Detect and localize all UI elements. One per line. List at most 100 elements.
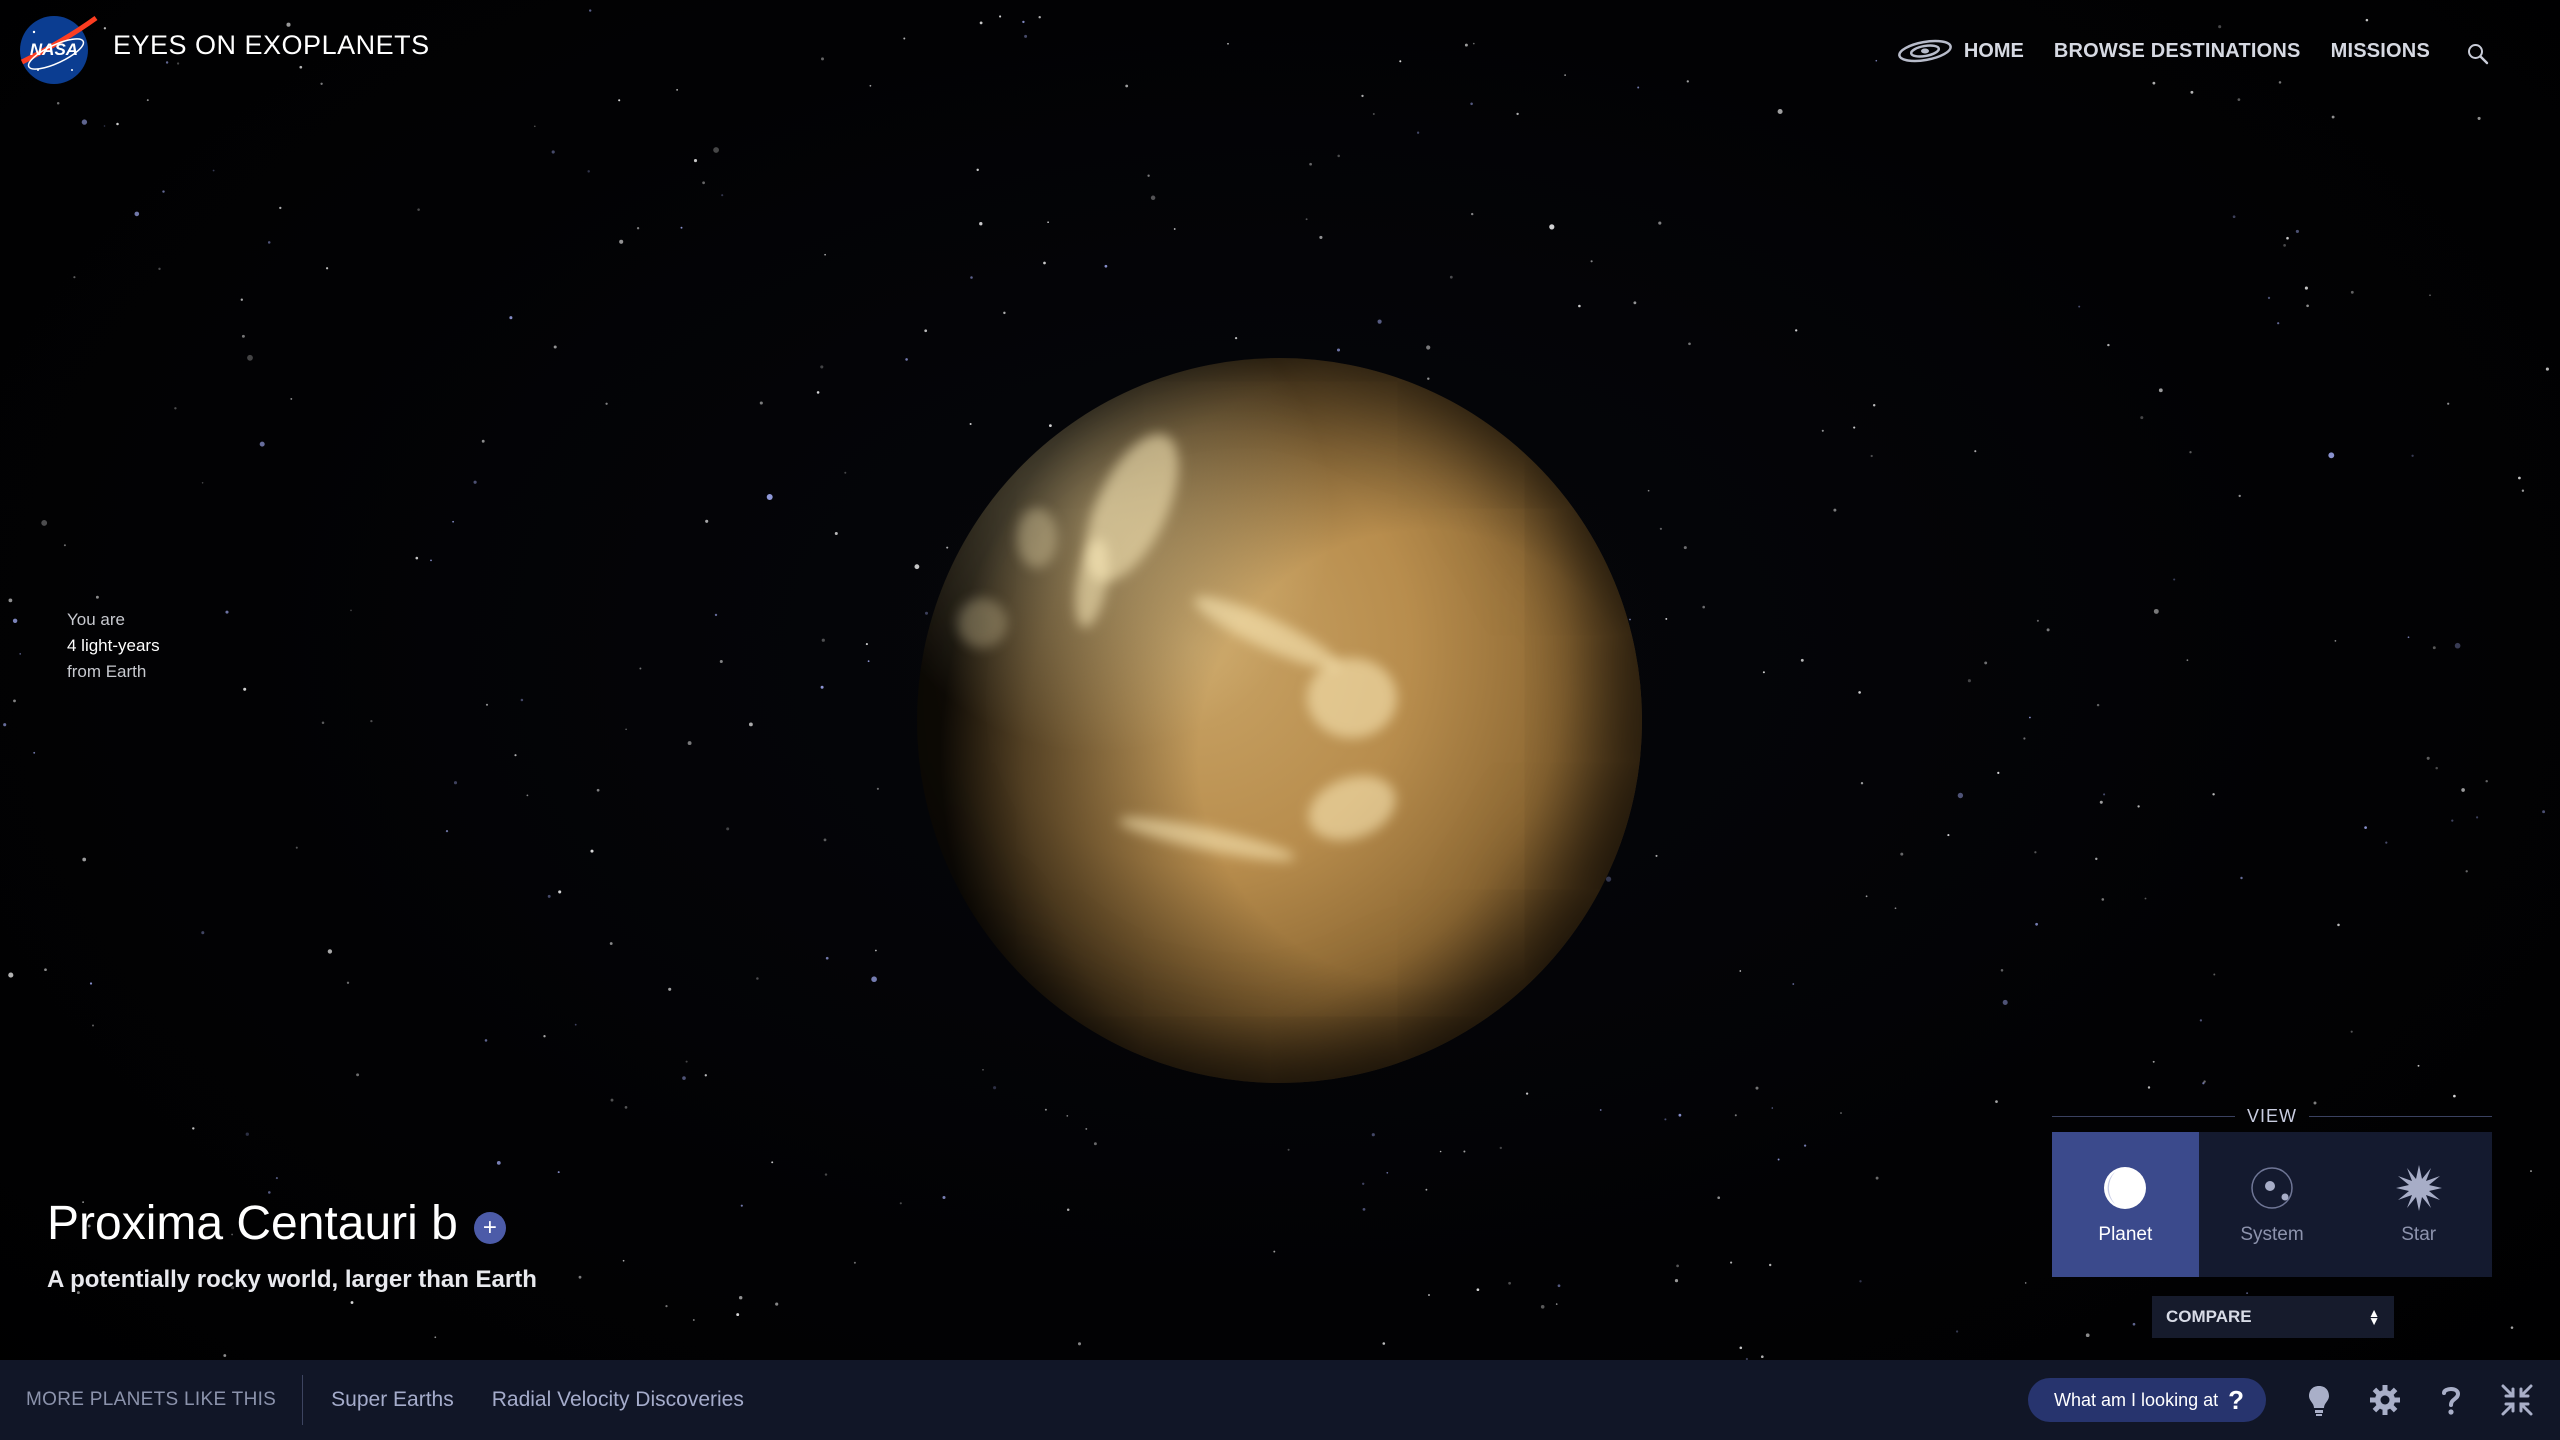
star-dot (1599, 1109, 1602, 1111)
compare-select[interactable]: COMPARE ▲ ▼ (2152, 1296, 2394, 1338)
collapse-icon[interactable] (2498, 1381, 2536, 1419)
star-dot (1769, 1263, 1772, 1267)
space-view[interactable]: NASA EYES ON EXOPLANETS HOME BROWSE DEST… (0, 0, 2560, 1440)
nav-home[interactable]: HOME (1896, 37, 2024, 65)
star-dot (2199, 1019, 2203, 1022)
planet-icon (2104, 1166, 2147, 1209)
star-dot (876, 787, 879, 790)
star-dot (2152, 1060, 2155, 1063)
star-dot (473, 480, 477, 484)
star-dot (1066, 1115, 1069, 1117)
view-option-planet[interactable]: Planet (2052, 1132, 2199, 1277)
link-radial-velocity[interactable]: Radial Velocity Discoveries (492, 1388, 744, 1412)
star-dot (668, 987, 672, 991)
lightbulb-icon[interactable] (2300, 1381, 2338, 1419)
star-dot (969, 422, 972, 426)
distance-value: 4 light-years (67, 636, 160, 655)
star-dot (979, 222, 983, 226)
star-dot (295, 846, 298, 849)
link-super-earths[interactable]: Super Earths (331, 1388, 454, 1412)
star-dot (2095, 857, 2098, 861)
star-dot (2435, 766, 2438, 770)
svg-text:NASA: NASA (30, 40, 78, 59)
star-dot (1525, 1092, 1529, 1095)
star-dot (821, 638, 825, 642)
planet-render[interactable] (917, 358, 1642, 1083)
star-dot (225, 610, 229, 614)
star-dot (2212, 793, 2215, 796)
nasa-logo[interactable]: NASA (16, 14, 98, 86)
star-dot (976, 168, 979, 172)
star-dot (12, 618, 18, 624)
gear-icon[interactable] (2366, 1381, 2404, 1419)
star-dot (1555, 1303, 1558, 1305)
star-dot (1516, 112, 1519, 116)
star-dot (158, 267, 161, 271)
star-dot (279, 206, 282, 210)
star-dot (589, 9, 592, 12)
star-dot (557, 1171, 560, 1174)
star-dot (844, 471, 847, 474)
star-dot (605, 402, 608, 405)
star-dot (1664, 1118, 1667, 1121)
view-option-system[interactable]: System (2199, 1132, 2346, 1277)
star-dot (1234, 336, 1238, 340)
star-dot (766, 494, 773, 500)
star-dot (2103, 793, 2106, 796)
star-dot (2477, 116, 2481, 120)
star-dot (1858, 691, 1861, 694)
star-dot (693, 159, 698, 163)
star-dot (914, 564, 920, 570)
star-dot (702, 181, 705, 185)
star-dot (899, 1202, 902, 1205)
star-dot (1464, 43, 1468, 47)
star-dot (91, 1024, 95, 1027)
star-dot (1771, 1107, 1774, 1109)
nav-missions[interactable]: MISSIONS (2331, 40, 2430, 63)
star-dot (622, 1259, 625, 1262)
app-title[interactable]: EYES ON EXOPLANETS (113, 30, 430, 61)
search-icon[interactable] (2466, 42, 2490, 66)
star-dot (2283, 244, 2286, 247)
star-dot (2542, 810, 2546, 814)
star-dot (2046, 628, 2050, 632)
star-dot (1578, 304, 1581, 308)
star-dot (1665, 617, 1668, 620)
star-dot (578, 1275, 582, 1279)
star-dot (2238, 494, 2241, 498)
star-dot (526, 794, 529, 797)
star-dot (714, 613, 718, 617)
star-dot (853, 1261, 856, 1264)
star-dot (2144, 897, 2147, 900)
star-dot (1717, 1196, 1721, 1200)
star-dot (1803, 1144, 1807, 1147)
star-dot (8, 598, 13, 603)
star-dot (1425, 1188, 1428, 1191)
star-dot (825, 956, 829, 960)
star-dot (1319, 235, 1323, 239)
star-dot (1361, 94, 1364, 98)
help-pill-label: What am I looking at (2054, 1389, 2219, 1410)
star-dot (192, 1127, 195, 1130)
view-option-star[interactable]: Star (2345, 1132, 2492, 1277)
star-dot (1875, 1176, 1879, 1180)
star-dot (453, 781, 458, 785)
star-dot (2429, 294, 2431, 297)
star-dot (8, 972, 14, 978)
star-dot (1637, 86, 1640, 89)
star-dot (1853, 426, 1856, 429)
help-icon[interactable] (2432, 1381, 2470, 1419)
star-dot (2518, 476, 2521, 480)
what-am-i-looking-at-button[interactable]: What am I looking at ? (2028, 1378, 2266, 1422)
star-dot (574, 1023, 577, 1026)
star-dot (2024, 1282, 2027, 1284)
nav-browse-destinations[interactable]: BROWSE DESTINATIONS (2054, 40, 2301, 63)
star-dot (1967, 679, 1971, 683)
distance-suffix: from Earth (67, 662, 147, 681)
star-dot (370, 719, 373, 723)
star-dot (3, 723, 7, 727)
add-info-button[interactable]: + (473, 1211, 506, 1244)
star-dot (999, 15, 1002, 18)
top-navigation: HOME BROWSE DESTINATIONS MISSIONS (1896, 36, 2490, 66)
star-dot (1974, 450, 1977, 453)
